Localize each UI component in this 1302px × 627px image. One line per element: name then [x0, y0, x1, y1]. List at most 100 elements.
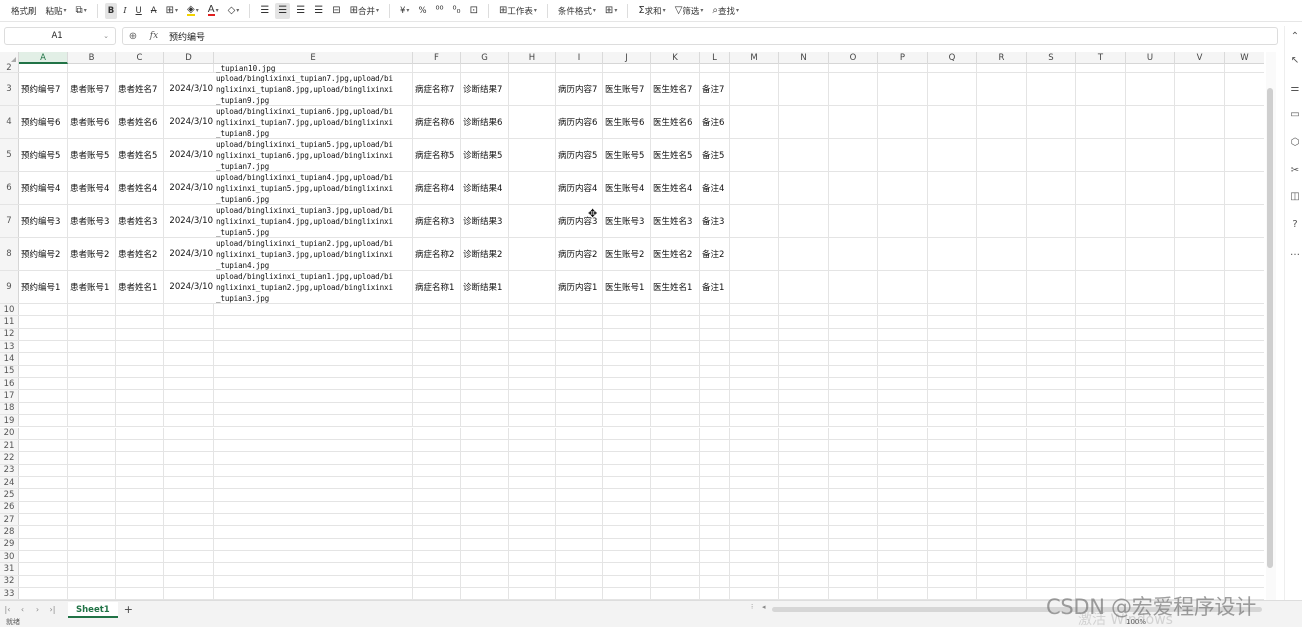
grid-cell[interactable]: [829, 513, 878, 526]
grid-cell[interactable]: [556, 415, 603, 427]
grid-cell[interactable]: [700, 538, 730, 550]
grid-cell[interactable]: [164, 439, 214, 452]
cell-i9[interactable]: 病历内容1: [556, 271, 603, 303]
grid-cell[interactable]: [977, 316, 1027, 328]
column-header-i[interactable]: I: [556, 52, 603, 64]
grid-cell[interactable]: [1027, 238, 1076, 270]
cell-f5[interactable]: 病症名称5: [413, 139, 461, 171]
grid-cell[interactable]: [68, 551, 116, 563]
grid-cell[interactable]: [878, 439, 928, 452]
grid-cell[interactable]: [68, 452, 116, 464]
grid-cell[interactable]: [68, 563, 116, 575]
grid-cell[interactable]: [603, 464, 651, 476]
grid-cell[interactable]: [164, 513, 214, 526]
row-header[interactable]: 31: [0, 563, 19, 575]
grid-cell[interactable]: [116, 415, 164, 427]
grid-cell[interactable]: [1175, 476, 1225, 489]
scroll-left-icon[interactable]: ◂: [762, 603, 766, 611]
grid-cell[interactable]: [977, 402, 1027, 415]
grid-cell[interactable]: [700, 501, 730, 513]
grid-cell[interactable]: [19, 390, 68, 402]
grid-cell[interactable]: [730, 238, 779, 270]
column-header-u[interactable]: U: [1126, 52, 1175, 64]
grid-cell[interactable]: [116, 365, 164, 378]
grid-cell[interactable]: [164, 390, 214, 402]
grid-cell[interactable]: [651, 304, 700, 316]
grid-cell[interactable]: [1076, 464, 1126, 476]
grid-cell[interactable]: [1027, 427, 1076, 439]
grid-cell[interactable]: [1225, 403, 1264, 414]
grid-cell[interactable]: [1225, 316, 1264, 327]
grid-cell[interactable]: [461, 575, 509, 588]
cell-k8[interactable]: 医生姓名2: [651, 238, 700, 270]
grid-cell[interactable]: [556, 575, 603, 588]
grid-cell[interactable]: [1225, 428, 1264, 439]
grid-cell[interactable]: [19, 513, 68, 526]
grid-cell[interactable]: [1175, 341, 1225, 353]
grid-cell[interactable]: [1027, 205, 1076, 237]
sheet-tab-sheet1[interactable]: Sheet1: [68, 601, 118, 618]
grid-cell[interactable]: [1126, 439, 1175, 452]
grid-cell[interactable]: [1175, 316, 1225, 328]
cell-b5[interactable]: 患者账号5: [68, 139, 116, 171]
grid-cell[interactable]: [556, 439, 603, 452]
grid-cell[interactable]: [164, 526, 214, 538]
grid-cell[interactable]: [700, 64, 730, 72]
grid-cell[interactable]: [779, 415, 829, 427]
grid-cell[interactable]: [1126, 489, 1175, 501]
grid-cell[interactable]: [509, 489, 556, 501]
grid-cell[interactable]: [68, 575, 116, 588]
grid-cell[interactable]: [461, 439, 509, 452]
filter-button[interactable]: ▽ 筛选 ▾: [672, 3, 707, 19]
grid-cell[interactable]: [556, 501, 603, 513]
grid-cell[interactable]: [1027, 476, 1076, 489]
grid-cell[interactable]: [829, 415, 878, 427]
row-header[interactable]: 16: [0, 378, 19, 390]
align-right-button[interactable]: ☰: [293, 3, 308, 19]
grid-cell[interactable]: [556, 341, 603, 353]
grid-cell[interactable]: [878, 238, 928, 270]
grid-cell[interactable]: [413, 563, 461, 575]
grid-cell[interactable]: [1225, 415, 1264, 426]
grid-cell[interactable]: [461, 526, 509, 538]
cell-a6[interactable]: 预约编号4: [19, 172, 68, 204]
grid-cell[interactable]: [1175, 439, 1225, 452]
grid-cell[interactable]: [779, 73, 829, 105]
grid-cell[interactable]: [214, 365, 413, 378]
grid-cell[interactable]: [977, 341, 1027, 353]
grid-cell[interactable]: [214, 501, 413, 513]
grid-cell[interactable]: [779, 489, 829, 501]
grid-cell[interactable]: [116, 464, 164, 476]
select-cursor-icon[interactable]: ↖: [1288, 54, 1302, 68]
row-header[interactable]: 20: [0, 427, 19, 439]
grid-cell[interactable]: [700, 341, 730, 353]
grid-cell[interactable]: [1225, 452, 1264, 463]
grid-cell[interactable]: [68, 64, 116, 72]
row-header[interactable]: 6: [0, 172, 19, 204]
grid-cell[interactable]: [730, 390, 779, 402]
number-format-button[interactable]: ⊡: [467, 3, 481, 19]
grid-cell[interactable]: [651, 365, 700, 378]
grid-cell[interactable]: [461, 341, 509, 353]
grid-cell[interactable]: [214, 513, 413, 526]
grid-cell[interactable]: [878, 205, 928, 237]
grid-cell[interactable]: [928, 452, 977, 464]
grid-cell[interactable]: [977, 205, 1027, 237]
grid-cell[interactable]: [730, 353, 779, 365]
grid-cell[interactable]: [1175, 328, 1225, 341]
grid-cell[interactable]: [700, 415, 730, 427]
cell-e9[interactable]: upload/binglixinxi_tupian1.jpg,upload/bi…: [214, 271, 413, 303]
grid-cell[interactable]: [878, 304, 928, 316]
grid-cell[interactable]: [214, 551, 413, 563]
grid-cell[interactable]: [878, 402, 928, 415]
grid-cell[interactable]: [1027, 563, 1076, 575]
grid-cell[interactable]: [1126, 73, 1175, 105]
grid-cell[interactable]: [651, 378, 700, 390]
grid-cell[interactable]: [977, 464, 1027, 476]
row-header[interactable]: 29: [0, 538, 19, 550]
grid-cell[interactable]: [977, 439, 1027, 452]
grid-cell[interactable]: [829, 73, 878, 105]
grid-cell[interactable]: [68, 476, 116, 489]
grid-cell[interactable]: [700, 551, 730, 563]
grid-cell[interactable]: [214, 476, 413, 489]
